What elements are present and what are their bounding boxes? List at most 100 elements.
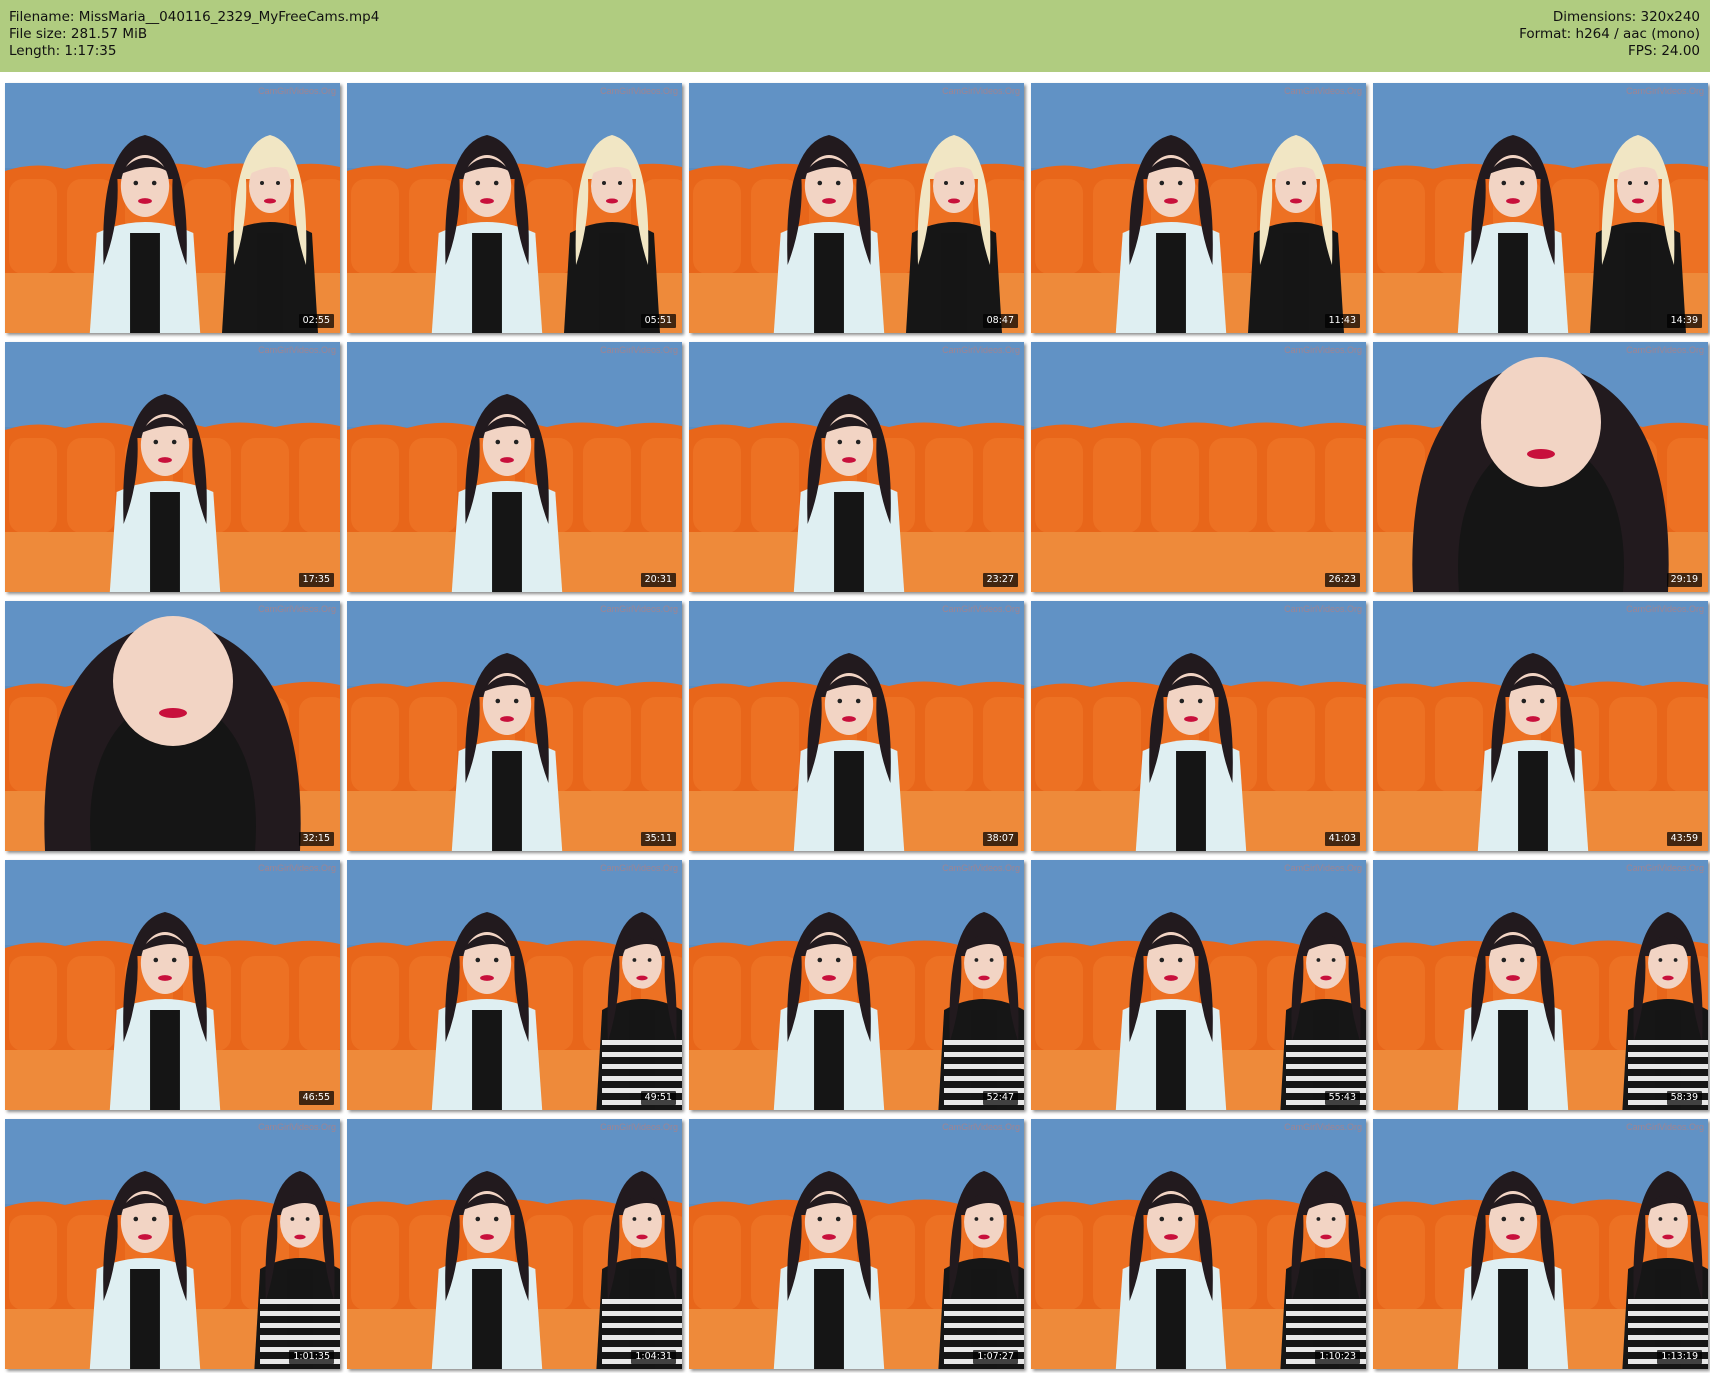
thumbnail-frame [5, 83, 340, 333]
video-thumbnail: CamGirlVideos.Org 41:03 [1031, 601, 1366, 851]
thumbnail-frame [1031, 601, 1366, 851]
watermark-text: CamGirlVideos.Org [258, 86, 336, 96]
video-thumbnail: CamGirlVideos.Org 58:39 [1373, 860, 1708, 1110]
video-thumbnail: CamGirlVideos.Org 26:23 [1031, 342, 1366, 592]
thumbnail-frame [347, 601, 682, 851]
timestamp-label: 11:43 [1324, 314, 1360, 328]
timestamp-label: 38:07 [982, 832, 1018, 846]
timestamp-label: 14:39 [1666, 314, 1702, 328]
timestamp-label: 02:55 [298, 314, 334, 328]
video-thumbnail: CamGirlVideos.Org 14:39 [1373, 83, 1708, 333]
thumbnail-frame [689, 601, 1024, 851]
thumbnail-frame [5, 860, 340, 1110]
watermark-text: CamGirlVideos.Org [1284, 604, 1362, 614]
timestamp-label: 1:07:27 [973, 1350, 1018, 1364]
video-thumbnail: CamGirlVideos.Org 02:55 [5, 83, 340, 333]
video-thumbnail: CamGirlVideos.Org 08:47 [689, 83, 1024, 333]
video-thumbnail: CamGirlVideos.Org 38:07 [689, 601, 1024, 851]
watermark-text: CamGirlVideos.Org [1284, 345, 1362, 355]
thumbnail-frame [1031, 860, 1366, 1110]
thumbnail-frame [689, 860, 1024, 1110]
watermark-text: CamGirlVideos.Org [258, 1122, 336, 1132]
video-thumbnail: CamGirlVideos.Org 11:43 [1031, 83, 1366, 333]
video-thumbnail: CamGirlVideos.Org 35:11 [347, 601, 682, 851]
thumbnail-frame [5, 1119, 340, 1369]
watermark-text: CamGirlVideos.Org [258, 863, 336, 873]
timestamp-label: 35:11 [640, 832, 676, 846]
timestamp-label: 29:19 [1666, 573, 1702, 587]
video-thumbnail: CamGirlVideos.Org 1:01:35 [5, 1119, 340, 1369]
timestamp-label: 1:13:19 [1657, 1350, 1702, 1364]
watermark-text: CamGirlVideos.Org [1284, 86, 1362, 96]
watermark-text: CamGirlVideos.Org [942, 604, 1020, 614]
thumbnail-frame [1373, 860, 1708, 1110]
timestamp-label: 20:31 [640, 573, 676, 587]
thumbnail-frame [689, 1119, 1024, 1369]
video-thumbnail: CamGirlVideos.Org 32:15 [5, 601, 340, 851]
format-text: Format: h264 / aac (mono) [1519, 26, 1700, 42]
watermark-text: CamGirlVideos.Org [1626, 86, 1704, 96]
video-thumbnail: CamGirlVideos.Org 46:55 [5, 860, 340, 1110]
watermark-text: CamGirlVideos.Org [600, 863, 678, 873]
video-thumbnail: CamGirlVideos.Org 1:10:23 [1031, 1119, 1366, 1369]
fps-text: FPS: 24.00 [1628, 43, 1700, 59]
video-thumbnail: CamGirlVideos.Org 05:51 [347, 83, 682, 333]
video-thumbnail: CamGirlVideos.Org 1:04:31 [347, 1119, 682, 1369]
timestamp-label: 46:55 [298, 1091, 334, 1105]
timestamp-label: 17:35 [298, 573, 334, 587]
timestamp-label: 08:47 [982, 314, 1018, 328]
video-thumbnail: CamGirlVideos.Org 1:13:19 [1373, 1119, 1708, 1369]
thumbnail-frame [1373, 83, 1708, 333]
thumbnail-frame [1031, 342, 1366, 592]
length-text: Length: 1:17:35 [9, 43, 117, 59]
watermark-text: CamGirlVideos.Org [942, 345, 1020, 355]
timestamp-label: 52:47 [982, 1091, 1018, 1105]
thumbnail-frame [347, 860, 682, 1110]
watermark-text: CamGirlVideos.Org [1626, 1122, 1704, 1132]
watermark-text: CamGirlVideos.Org [1626, 345, 1704, 355]
watermark-text: CamGirlVideos.Org [600, 345, 678, 355]
timestamp-label: 1:10:23 [1315, 1350, 1360, 1364]
thumbnail-frame [347, 83, 682, 333]
watermark-text: CamGirlVideos.Org [600, 604, 678, 614]
timestamp-label: 1:01:35 [289, 1350, 334, 1364]
watermark-text: CamGirlVideos.Org [258, 345, 336, 355]
info-right: Dimensions: 320x240 Format: h264 / aac (… [1519, 9, 1700, 60]
info-header: Filename: MissMaria__040116_2329_MyFreeC… [0, 0, 1710, 72]
dimensions-text: Dimensions: 320x240 [1552, 9, 1700, 25]
thumbnail-frame [1373, 1119, 1708, 1369]
timestamp-label: 23:27 [982, 573, 1018, 587]
info-left: Filename: MissMaria__040116_2329_MyFreeC… [9, 9, 379, 60]
thumbnail-frame [1031, 83, 1366, 333]
watermark-text: CamGirlVideos.Org [600, 1122, 678, 1132]
timestamp-label: 43:59 [1666, 832, 1702, 846]
thumbnail-frame [1373, 342, 1708, 592]
thumbnail-frame [1373, 601, 1708, 851]
video-thumbnail: CamGirlVideos.Org 23:27 [689, 342, 1024, 592]
thumbnail-frame [689, 83, 1024, 333]
timestamp-label: 41:03 [1324, 832, 1360, 846]
timestamp-label: 26:23 [1324, 573, 1360, 587]
filename-text: Filename: MissMaria__040116_2329_MyFreeC… [9, 9, 380, 25]
timestamp-label: 32:15 [298, 832, 334, 846]
thumbnail-grid: CamGirlVideos.Org 02:55 CamGirlVideos.Org 0… [5, 83, 1708, 1369]
video-thumbnail: CamGirlVideos.Org 43:59 [1373, 601, 1708, 851]
timestamp-label: 55:43 [1324, 1091, 1360, 1105]
watermark-text: CamGirlVideos.Org [1284, 1122, 1362, 1132]
timestamp-label: 49:51 [640, 1091, 676, 1105]
watermark-text: CamGirlVideos.Org [600, 86, 678, 96]
timestamp-label: 58:39 [1666, 1091, 1702, 1105]
timestamp-label: 05:51 [640, 314, 676, 328]
watermark-text: CamGirlVideos.Org [942, 863, 1020, 873]
video-thumbnail: CamGirlVideos.Org 1:07:27 [689, 1119, 1024, 1369]
thumbnail-frame [5, 342, 340, 592]
thumbnail-frame [5, 601, 340, 851]
video-thumbnail: CamGirlVideos.Org 49:51 [347, 860, 682, 1110]
thumbnail-frame [347, 1119, 682, 1369]
watermark-text: CamGirlVideos.Org [942, 1122, 1020, 1132]
video-thumbnail: CamGirlVideos.Org 55:43 [1031, 860, 1366, 1110]
thumbnail-frame [347, 342, 682, 592]
video-thumbnail: CamGirlVideos.Org 52:47 [689, 860, 1024, 1110]
watermark-text: CamGirlVideos.Org [942, 86, 1020, 96]
filesize-text: File size: 281.57 MiB [9, 26, 148, 42]
